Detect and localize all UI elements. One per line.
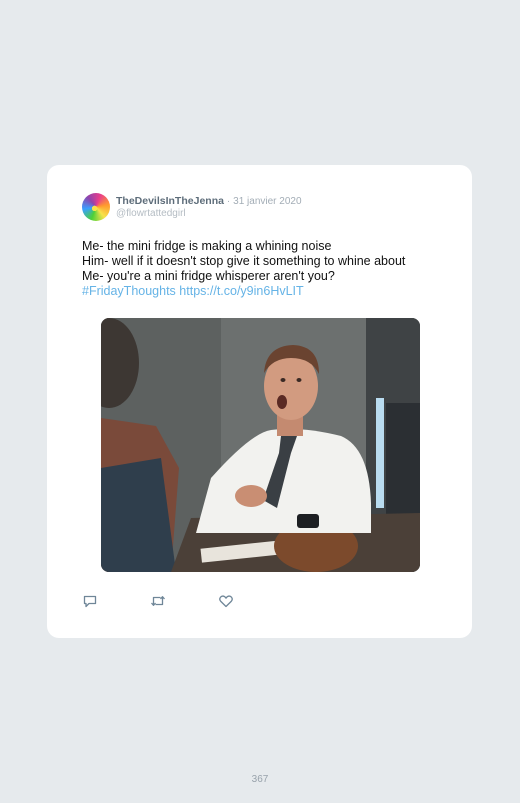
tweet-date[interactable]: 31 janvier 2020: [233, 196, 301, 207]
retweet-icon: [151, 596, 165, 606]
eye: [280, 378, 286, 382]
open-mouth: [277, 395, 287, 409]
reply-icon: [83, 595, 97, 608]
url-link[interactable]: https://t.co/y9in6HvLIT: [179, 284, 303, 298]
gif-image[interactable]: [101, 318, 420, 572]
page-number: 367: [251, 774, 269, 785]
tweet-text: Me- the mini fridge is making a whining …: [82, 239, 452, 299]
author-line: TheDevilsInTheJenna · 31 janvier 2020: [116, 195, 302, 208]
tweet-links-line: #FridayThoughts https://t.co/y9in6HvLIT: [82, 284, 452, 299]
monitor-glow: [376, 398, 384, 508]
tweet-text-line: Him- well if it doesn't stop give it som…: [82, 254, 406, 268]
heart-icon: [219, 595, 233, 608]
retweet-button[interactable]: [150, 593, 166, 609]
desk-object: [297, 514, 319, 528]
user-handle[interactable]: @flowrtattedgirl: [116, 208, 186, 219]
tweet-text-line: Me- you're a mini fridge whisperer aren'…: [82, 269, 335, 283]
display-name[interactable]: TheDevilsInTheJenna: [116, 195, 224, 207]
like-button[interactable]: [218, 593, 234, 609]
tweet-text-line: Me- the mini fridge is making a whining …: [82, 239, 332, 253]
hand: [235, 485, 267, 507]
monitor: [386, 403, 420, 523]
hashtag-link[interactable]: #FridayThoughts: [82, 284, 176, 298]
separator: ·: [226, 196, 231, 207]
eye: [296, 378, 302, 382]
avatar[interactable]: [82, 193, 110, 221]
gif-illustration: [101, 318, 420, 572]
reply-button[interactable]: [82, 593, 98, 609]
tweet-card: TheDevilsInTheJenna · 31 janvier 2020 @f…: [47, 165, 472, 638]
